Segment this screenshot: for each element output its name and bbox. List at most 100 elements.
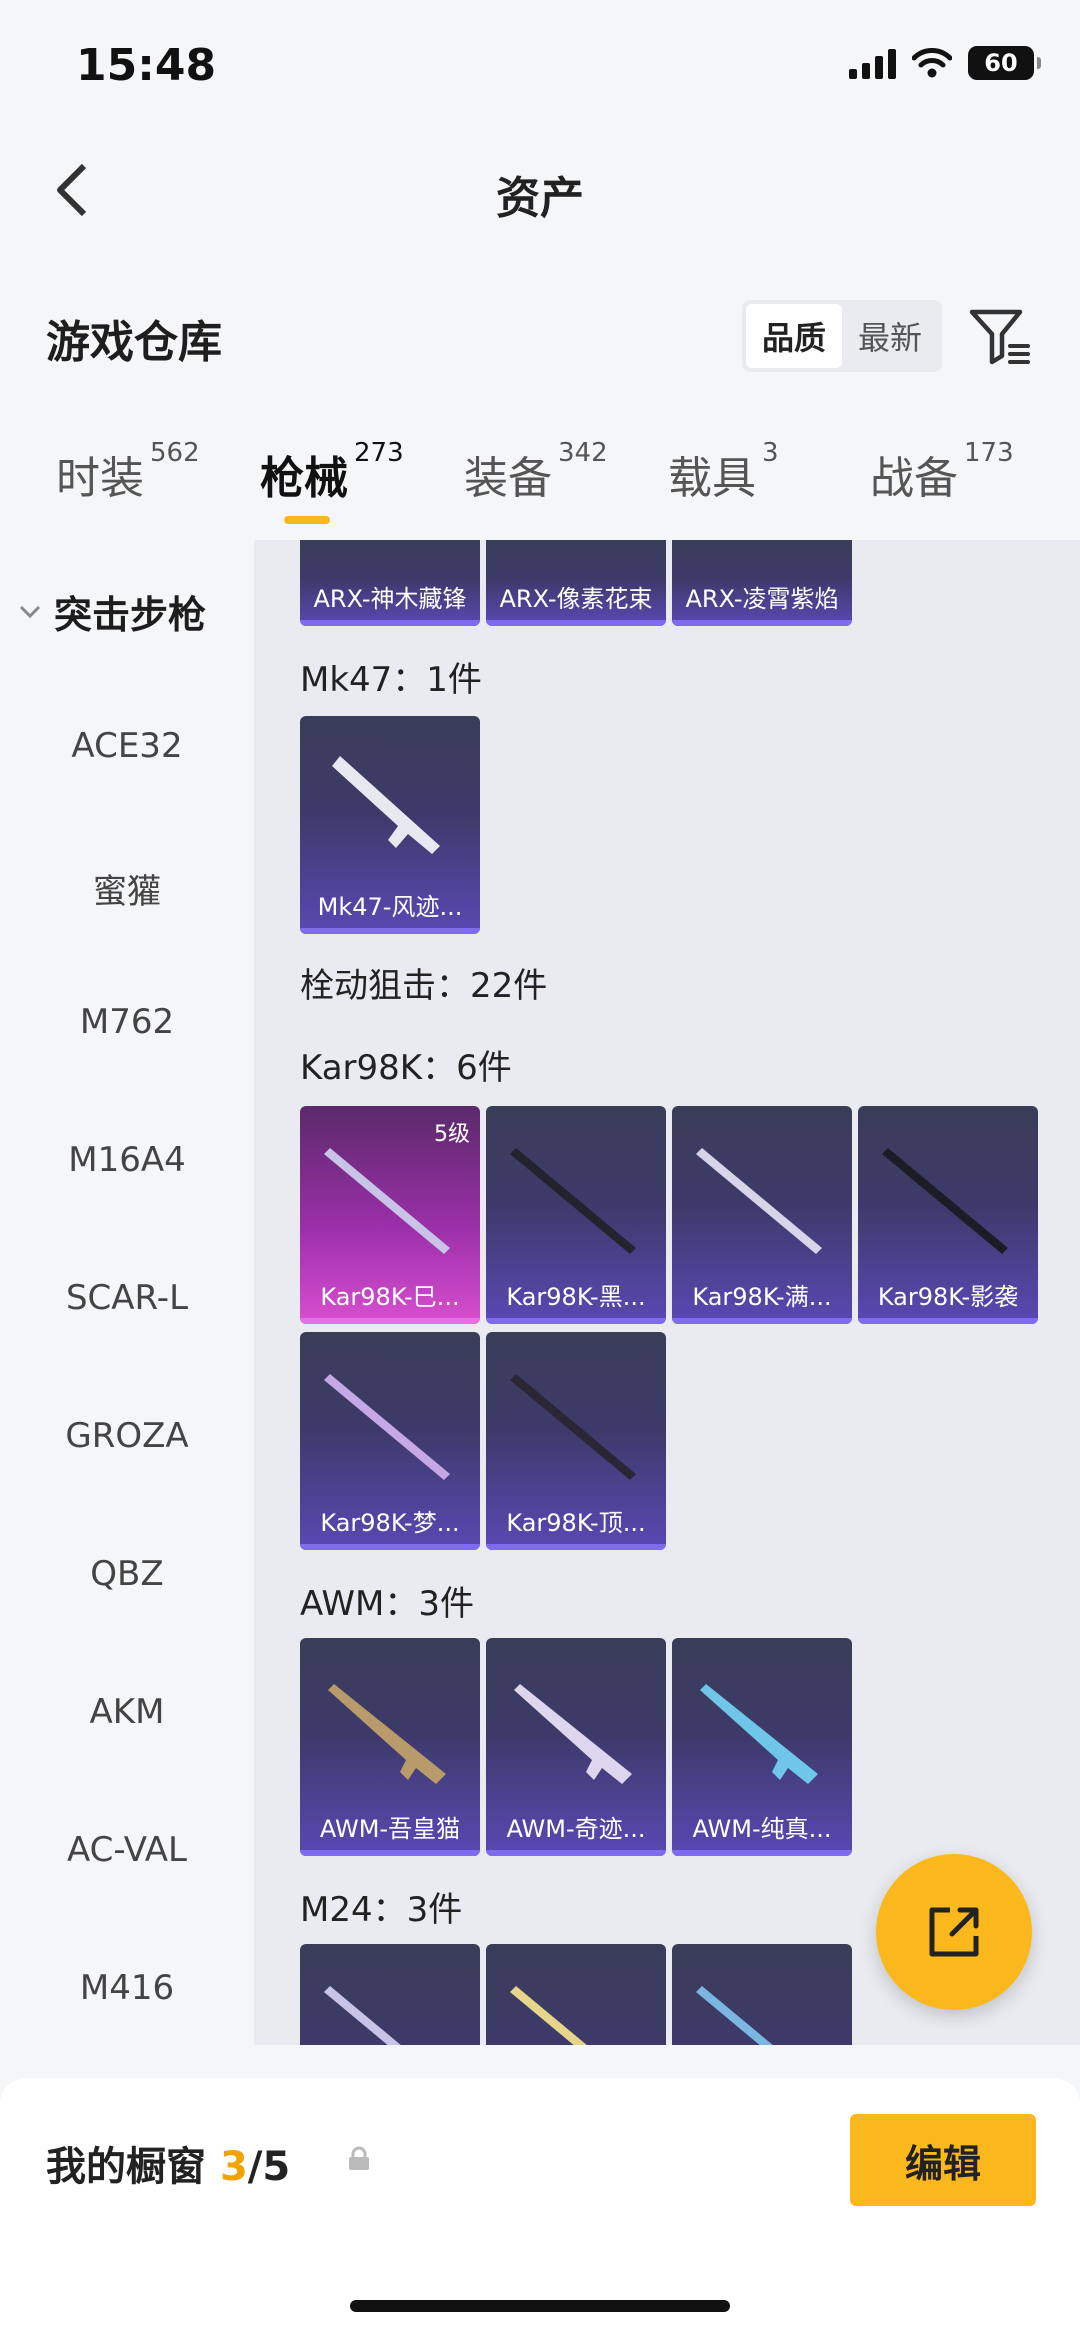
- showcase-label: 我的橱窗: [46, 2144, 206, 2190]
- tab-label: 载具: [668, 453, 756, 504]
- card-stripe: [672, 620, 852, 626]
- item-caption: ARX-像素花束: [499, 585, 653, 613]
- item-card[interactable]: Mk47-风迹...: [300, 716, 480, 934]
- card-stripe: [300, 1544, 480, 1550]
- item-card[interactable]: AWM-吾皇猫: [300, 1638, 480, 1856]
- sniper-rifle-icon: [324, 1148, 450, 1254]
- status-icons: 60: [849, 46, 1041, 80]
- sniper-rifle-icon: [700, 1684, 818, 1784]
- item-caption: Mk47-风迹...: [317, 893, 463, 921]
- sort-newest[interactable]: 最新: [842, 304, 938, 368]
- sort-quality[interactable]: 品质: [746, 304, 842, 368]
- chevron-down-icon: [19, 605, 41, 618]
- tab-label: 时装: [56, 453, 144, 504]
- tab-count: 562: [150, 438, 200, 468]
- card-stripe: [486, 1318, 666, 1324]
- group-label: AWM：3件: [300, 1584, 474, 1624]
- tab-label: 战备: [870, 453, 958, 504]
- rifle-icon: [332, 756, 440, 854]
- cellular-signal-icon: [849, 47, 896, 79]
- item-card[interactable]: Kar98K-满...: [672, 1106, 852, 1324]
- sniper-rifle-icon: [696, 1148, 822, 1254]
- card-stripe: [300, 928, 480, 934]
- item-caption: Kar98K-影袭: [877, 1283, 1019, 1311]
- sniper-rifle-icon: [696, 1986, 773, 2045]
- card-stripe: [486, 620, 666, 626]
- sniper-rifle-icon: [510, 1148, 636, 1254]
- tab-firearms[interactable]: 枪械 273: [260, 438, 404, 506]
- sidebar-item[interactable]: QBZ: [0, 1554, 254, 1594]
- item-grid: ARX-神木藏锋 ARX-像素花束 ARX-凌霄紫焰 Mk47：1件 Mk47-…: [254, 540, 1080, 2045]
- card-stripe: [672, 1318, 852, 1324]
- tab-count: 273: [354, 438, 404, 468]
- tab-equipment[interactable]: 装备 342: [464, 438, 608, 506]
- item-card[interactable]: [300, 1944, 480, 2045]
- item-caption: AWM-吾皇猫: [319, 1815, 461, 1843]
- sidebar-item[interactable]: ACE32: [0, 726, 254, 766]
- status-bar: 15:48 60: [0, 0, 1080, 130]
- card-stripe: [858, 1318, 1038, 1324]
- item-card[interactable]: Kar98K-梦...: [300, 1332, 480, 1550]
- item-card[interactable]: Kar98K-顶...: [486, 1332, 666, 1550]
- showcase-bar: 我的橱窗 3/5 编辑: [0, 2078, 1080, 2339]
- nav-bar: 资产: [0, 130, 1080, 250]
- sidebar-item[interactable]: AC-VAL: [0, 1830, 254, 1870]
- sidebar-item[interactable]: AKM: [0, 1692, 254, 1732]
- item-card[interactable]: [486, 1944, 666, 2045]
- share-button[interactable]: [876, 1854, 1032, 2010]
- sidebar-category-assault-rifle[interactable]: 突击步枪: [18, 584, 206, 639]
- lock-icon: [349, 2146, 369, 2170]
- item-card[interactable]: ARX-神木藏锋: [300, 540, 480, 626]
- page-title: 资产: [496, 173, 584, 224]
- item-caption: Kar98K-梦...: [320, 1509, 460, 1537]
- item-card[interactable]: Kar98K-影袭: [858, 1106, 1038, 1324]
- showcase-count-total: /5: [247, 2144, 291, 2190]
- tab-supplies[interactable]: 战备 173: [870, 438, 1014, 506]
- weapon-sidebar: 突击步枪 ACE32 蜜獾 M762 M16A4 SCAR-L GROZA QB…: [0, 540, 254, 2045]
- sniper-rifle-icon: [324, 1986, 401, 2045]
- wifi-icon: [912, 48, 952, 78]
- item-card[interactable]: AWM-奇迹...: [486, 1638, 666, 1856]
- battery-icon: 60: [968, 46, 1041, 80]
- item-card[interactable]: AWM-纯真...: [672, 1638, 852, 1856]
- showcase-count-current: 3: [219, 2144, 248, 2190]
- sidebar-item[interactable]: 蜜獾: [0, 864, 254, 913]
- group-label: Kar98K：6件: [300, 1048, 512, 1088]
- item-caption: ARX-凌霄紫焰: [685, 585, 839, 613]
- card-stripe: [300, 1318, 480, 1324]
- item-card[interactable]: ARX-凌霄紫焰: [672, 540, 852, 626]
- edit-button[interactable]: 编辑: [850, 2114, 1036, 2206]
- card-stripe: [300, 1850, 480, 1856]
- item-card[interactable]: ARX-像素花束: [486, 540, 666, 626]
- sniper-rifle-icon: [510, 1374, 636, 1480]
- sniper-rifle-icon: [882, 1148, 1008, 1254]
- group-label: Mk47：1件: [300, 660, 482, 700]
- filter-icon: [969, 309, 1030, 365]
- item-card[interactable]: Kar98K-黑...: [486, 1106, 666, 1324]
- card-stripe: [486, 1850, 666, 1856]
- sidebar-item[interactable]: M762: [0, 1002, 254, 1042]
- item-caption: Kar98K-顶...: [506, 1509, 646, 1537]
- tab-active-indicator: [284, 516, 330, 524]
- item-card[interactable]: [672, 1944, 852, 2045]
- tab-count: 342: [558, 438, 608, 468]
- sidebar-item[interactable]: GROZA: [0, 1416, 254, 1456]
- showcase-title: 我的橱窗 3/5: [46, 2134, 290, 2192]
- item-caption: Kar98K-黑...: [506, 1283, 646, 1311]
- tab-label: 装备: [464, 453, 552, 504]
- tab-vehicles[interactable]: 载具 3: [668, 438, 779, 506]
- status-time: 15:48: [76, 40, 217, 91]
- share-export-icon: [929, 1907, 979, 1957]
- category-tabs: 时装 562 枪械 273 装备 342 载具 3 战备 173: [0, 420, 1080, 540]
- item-caption: Kar98K-满...: [692, 1283, 832, 1311]
- sidebar-item[interactable]: M416: [0, 1968, 254, 2008]
- sniper-rifle-icon: [514, 1684, 632, 1784]
- card-stripe: [300, 620, 480, 626]
- item-card[interactable]: 5级 Kar98K-巳...: [300, 1106, 480, 1324]
- section-header: 游戏仓库 品质 最新: [0, 280, 1080, 390]
- tab-label: 枪械: [260, 453, 348, 504]
- filter-button[interactable]: [966, 304, 1032, 370]
- sidebar-item[interactable]: SCAR-L: [0, 1278, 254, 1318]
- sidebar-item[interactable]: M16A4: [0, 1140, 254, 1180]
- tab-fashion[interactable]: 时装 562: [56, 438, 200, 506]
